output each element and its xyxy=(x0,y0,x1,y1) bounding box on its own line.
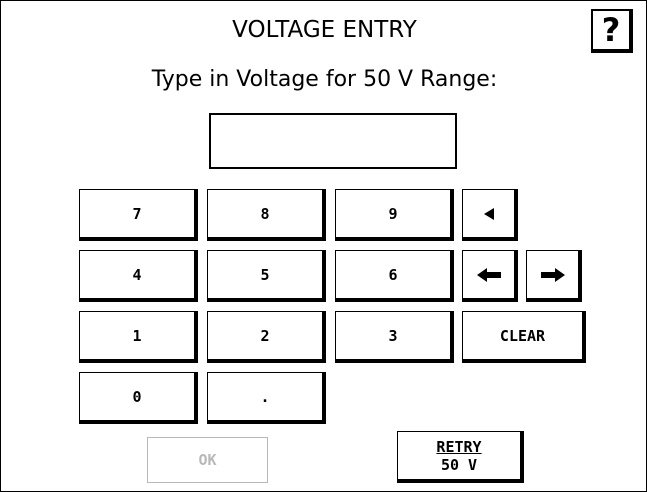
retry-label: RETRY xyxy=(436,437,482,456)
voltage-entry-screen: VOLTAGE ENTRY ? Type in Voltage for 50 V… xyxy=(0,0,647,492)
backspace-button[interactable] xyxy=(462,189,518,241)
clear-button[interactable]: CLEAR xyxy=(462,311,586,363)
right-arrow-icon xyxy=(540,267,565,282)
key-2[interactable]: 2 xyxy=(207,311,326,363)
key-5[interactable]: 5 xyxy=(207,250,326,302)
key-8[interactable]: 8 xyxy=(207,189,326,241)
left-arrow-icon xyxy=(476,267,501,282)
ok-button[interactable]: OK xyxy=(147,437,268,483)
key-9[interactable]: 9 xyxy=(335,189,454,241)
voltage-input[interactable] xyxy=(209,113,457,169)
key-3[interactable]: 3 xyxy=(335,311,454,363)
help-icon: ? xyxy=(601,11,621,49)
key-6[interactable]: 6 xyxy=(335,250,454,302)
cursor-left-button[interactable] xyxy=(462,250,518,302)
key-4[interactable]: 4 xyxy=(79,250,198,302)
key-1[interactable]: 1 xyxy=(79,311,198,363)
page-title: VOLTAGE ENTRY xyxy=(232,17,417,43)
key-0[interactable]: 0 xyxy=(79,372,198,424)
help-button[interactable]: ? xyxy=(591,9,633,53)
cursor-right-button[interactable] xyxy=(526,250,582,302)
key-decimal-point[interactable]: . xyxy=(207,372,326,424)
entry-prompt: Type in Voltage for 50 V Range: xyxy=(151,67,498,92)
backspace-triangle-icon xyxy=(483,207,494,220)
key-7[interactable]: 7 xyxy=(79,189,198,241)
retry-50v-button[interactable]: RETRY 50 V xyxy=(397,431,524,483)
retry-range-label: 50 V xyxy=(440,455,478,474)
